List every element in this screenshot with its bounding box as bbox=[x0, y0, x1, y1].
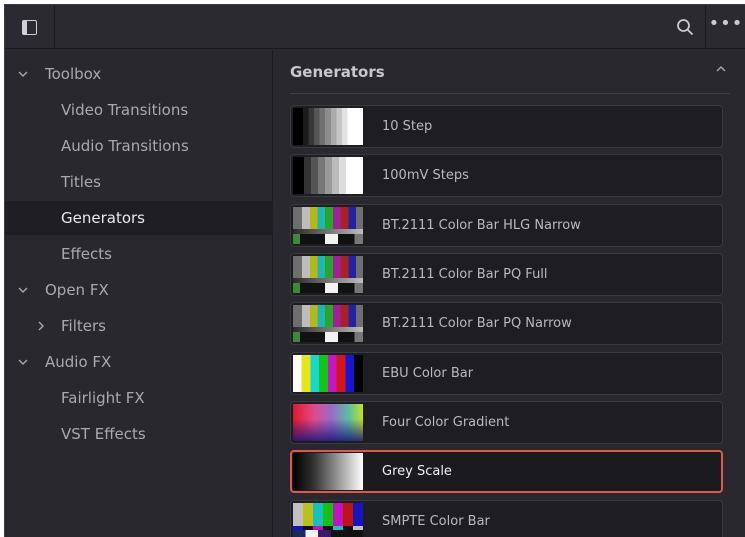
chevron-right-icon[interactable] bbox=[34, 319, 48, 333]
sidebar-item-label: Audio FX bbox=[45, 353, 112, 371]
generators-panel: Generators 10 Step 100mV Steps BT.2111 C… bbox=[274, 50, 745, 537]
sidebar-item-label: Effects bbox=[61, 245, 112, 263]
section-title: Generators bbox=[290, 62, 385, 81]
search-button[interactable] bbox=[665, 5, 705, 49]
more-options-button[interactable]: ••• bbox=[705, 5, 745, 49]
generator-label: BT.2111 Color Bar PQ Full bbox=[382, 267, 548, 282]
generator-item-grey-scale[interactable]: Grey Scale bbox=[290, 450, 723, 493]
generator-label: BT.2111 Color Bar PQ Narrow bbox=[382, 316, 572, 331]
generator-thumbnail bbox=[293, 108, 363, 145]
sidebar-item-label: Filters bbox=[61, 317, 106, 335]
generator-thumbnail bbox=[293, 453, 363, 490]
toggle-panel-button[interactable] bbox=[5, 5, 55, 49]
generator-label: Four Color Gradient bbox=[382, 415, 510, 430]
chevron-up-icon[interactable] bbox=[714, 62, 728, 76]
generator-thumbnail bbox=[293, 157, 363, 194]
generator-item-smpte-color-bar[interactable]: SMPTE Color Bar bbox=[290, 500, 723, 537]
more-options-icon: ••• bbox=[708, 13, 744, 34]
sidebar-item-audio-transitions[interactable]: Audio Transitions bbox=[5, 129, 273, 163]
sidebar-item-open-fx[interactable]: Open FX bbox=[5, 273, 273, 307]
sidebar-item-video-transitions[interactable]: Video Transitions bbox=[5, 93, 273, 127]
section-header[interactable]: Generators bbox=[290, 50, 730, 94]
sidebar-item-toolbox[interactable]: Toolbox bbox=[5, 57, 273, 91]
sidebar-item-label: Video Transitions bbox=[61, 101, 189, 119]
sidebar-item-filters[interactable]: Filters bbox=[5, 309, 273, 343]
sidebar-item-label: VST Effects bbox=[61, 425, 146, 443]
generator-label: Grey Scale bbox=[382, 464, 452, 479]
generator-thumbnail bbox=[293, 503, 363, 537]
sidebar-item-generators[interactable]: Generators bbox=[5, 201, 273, 235]
sidebar-panel-icon bbox=[22, 19, 37, 35]
generator-thumbnail bbox=[293, 305, 363, 342]
generator-label: 100mV Steps bbox=[382, 168, 469, 183]
generator-label: SMPTE Color Bar bbox=[382, 514, 490, 529]
toolbar: ••• bbox=[5, 5, 745, 49]
generator-thumbnail bbox=[293, 207, 363, 244]
generator-item-bt2111-pq-narrow[interactable]: BT.2111 Color Bar PQ Narrow bbox=[290, 302, 723, 345]
generator-item-100mv-steps[interactable]: 100mV Steps bbox=[290, 154, 723, 197]
chevron-down-icon[interactable] bbox=[16, 355, 30, 369]
sidebar-item-fairlight-fx[interactable]: Fairlight FX bbox=[5, 381, 273, 415]
generator-thumbnail bbox=[293, 355, 363, 392]
generator-item-bt2111-pq-full[interactable]: BT.2111 Color Bar PQ Full bbox=[290, 253, 723, 296]
sidebar-item-vst-effects[interactable]: VST Effects bbox=[5, 417, 273, 451]
generator-label: 10 Step bbox=[382, 119, 433, 134]
generator-label: EBU Color Bar bbox=[382, 366, 474, 381]
generator-thumbnail bbox=[293, 404, 363, 441]
generator-item-ebu-color-bar[interactable]: EBU Color Bar bbox=[290, 352, 723, 395]
sidebar-item-effects[interactable]: Effects bbox=[5, 237, 273, 271]
chevron-down-icon[interactable] bbox=[16, 67, 30, 81]
sidebar: Toolbox Video Transitions Audio Transiti… bbox=[5, 50, 273, 537]
sidebar-item-label: Fairlight FX bbox=[61, 389, 145, 407]
chevron-down-icon[interactable] bbox=[16, 283, 30, 297]
sidebar-item-label: Open FX bbox=[45, 281, 109, 299]
sidebar-item-label: Generators bbox=[61, 209, 145, 227]
generator-thumbnail bbox=[293, 256, 363, 293]
effects-library-window: ••• Toolbox Video Transitions Audio Tran… bbox=[4, 4, 745, 537]
generator-item-bt2111-hlg-narrow[interactable]: BT.2111 Color Bar HLG Narrow bbox=[290, 204, 723, 247]
sidebar-item-label: Toolbox bbox=[45, 65, 102, 83]
sidebar-item-label: Titles bbox=[61, 173, 101, 191]
generator-label: BT.2111 Color Bar HLG Narrow bbox=[382, 218, 581, 233]
sidebar-item-audio-fx[interactable]: Audio FX bbox=[5, 345, 273, 379]
generator-item-four-color-gradient[interactable]: Four Color Gradient bbox=[290, 401, 723, 444]
sidebar-item-label: Audio Transitions bbox=[61, 137, 189, 155]
search-icon bbox=[677, 19, 693, 35]
sidebar-item-titles[interactable]: Titles bbox=[5, 165, 273, 199]
generator-item-10-step[interactable]: 10 Step bbox=[290, 105, 723, 148]
